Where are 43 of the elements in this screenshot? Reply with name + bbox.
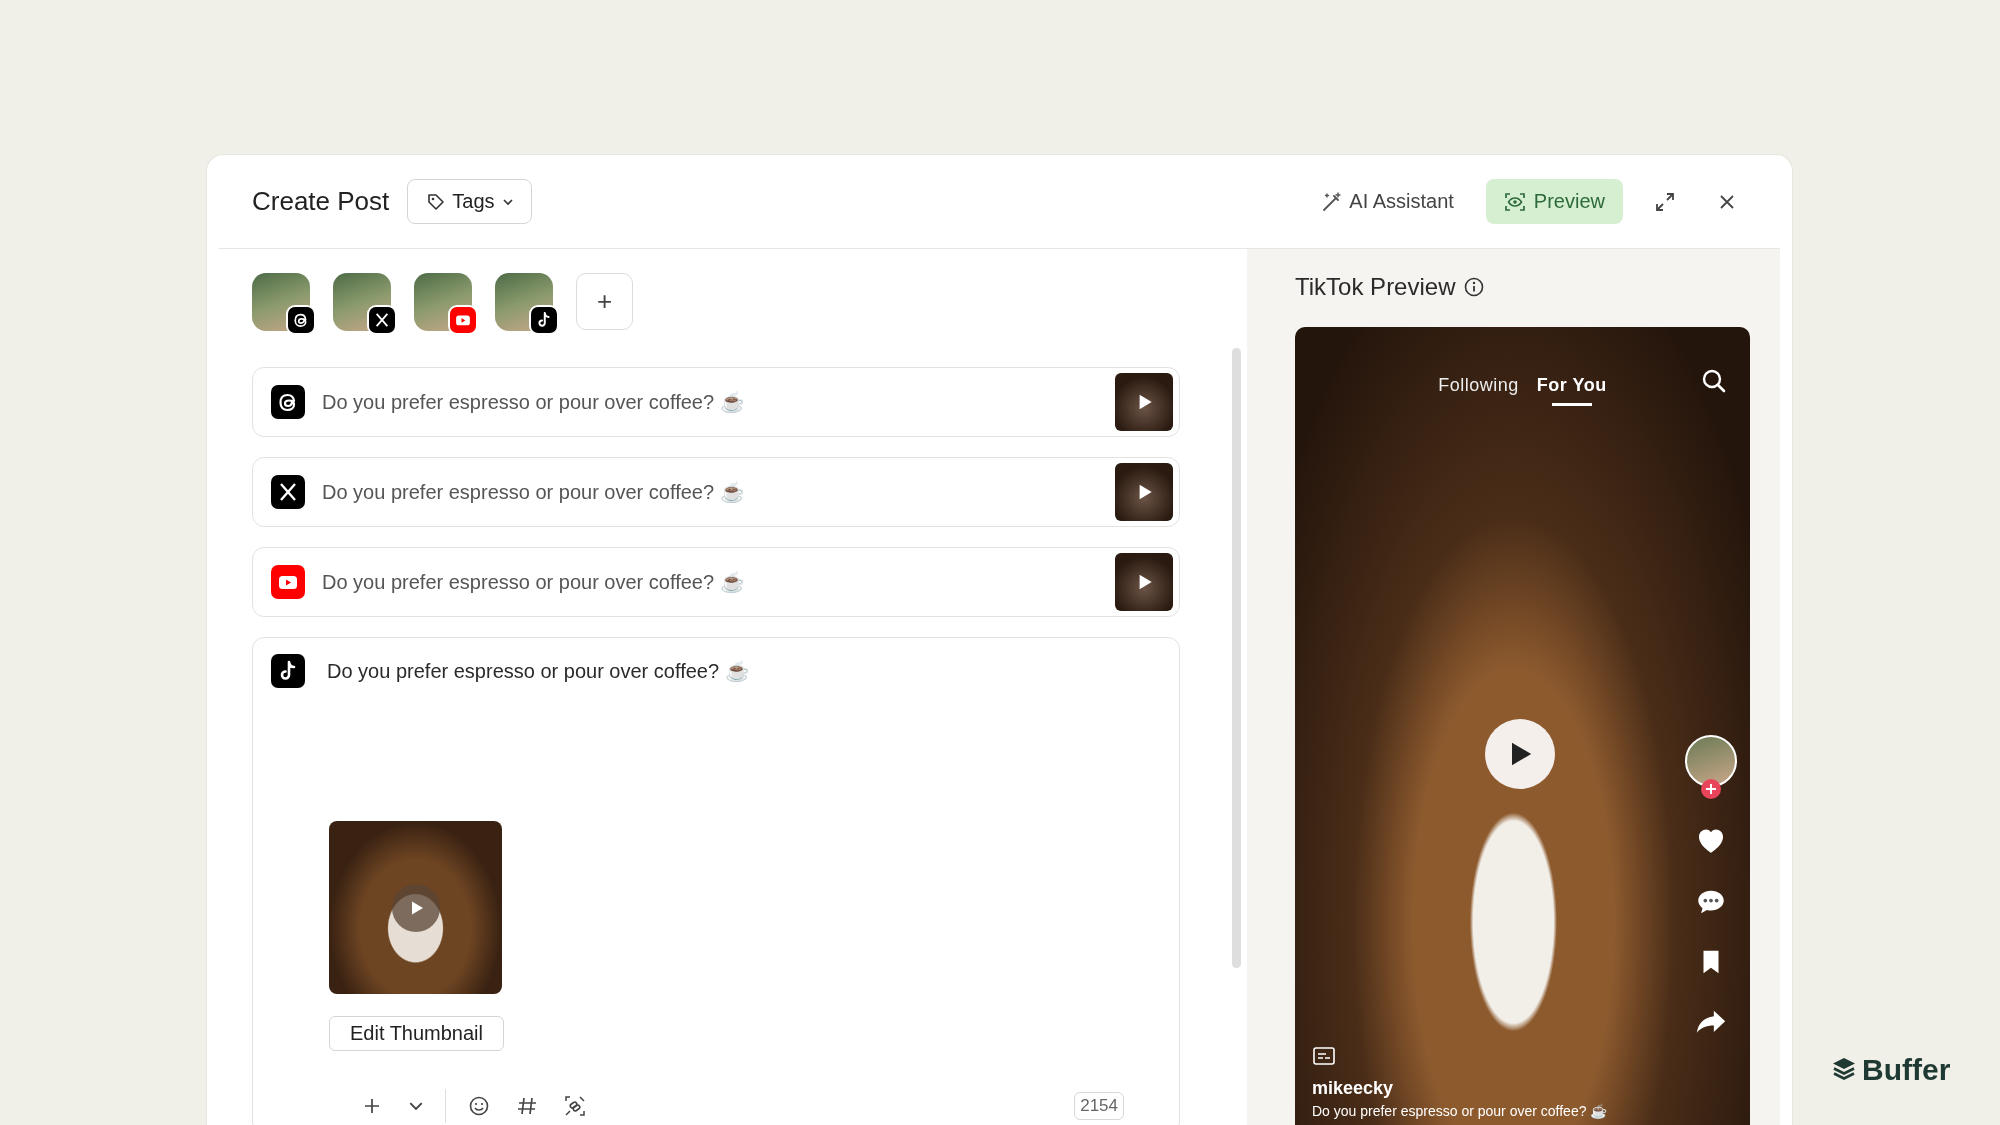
info-icon (1463, 276, 1486, 298)
preview-title: TikTok Preview (1295, 273, 1456, 301)
brand-name: Buffer (1862, 1053, 1951, 1087)
layers-logo-icon (1832, 1057, 1856, 1083)
threads-logo-icon (271, 385, 305, 419)
hashtag-icon (516, 1095, 538, 1117)
post-editor-row[interactable]: Do you prefer espresso or pour over coffee? ☕ (252, 457, 1180, 527)
eye-scan-icon (1503, 190, 1526, 213)
magic-wand-icon (1321, 190, 1344, 213)
tiktok-logo-icon (529, 305, 559, 335)
ai-assistant-button[interactable]: AI Assistant (1311, 179, 1464, 224)
captions-icon (1312, 1044, 1336, 1068)
edit-thumbnail-button[interactable]: Edit Thumbnail (329, 1016, 504, 1051)
search-icon (1700, 367, 1728, 395)
x-logo-icon (271, 475, 305, 509)
character-count: 2154 (1074, 1092, 1124, 1120)
profile-avatar[interactable] (1685, 735, 1737, 787)
scrollbar[interactable] (1232, 348, 1241, 968)
post-text-field[interactable]: Do you prefer espresso or pour over coffee? ☕ (327, 659, 1161, 683)
page-title: Create Post (252, 186, 390, 217)
expand-icon (1654, 190, 1676, 213)
link-shortener-icon (564, 1095, 586, 1117)
tags-dropdown[interactable]: Tags (407, 179, 532, 224)
username: mikeecky (1312, 1078, 1394, 1099)
video-caption: Do you prefer espresso or pour over coffee? ☕ (1312, 1103, 1608, 1119)
x-logo-icon (367, 305, 397, 335)
chevron-down-icon (409, 1102, 423, 1110)
post-text: Do you prefer espresso or pour over coffee? ☕ (322, 480, 746, 504)
youtube-logo-icon (271, 565, 305, 599)
tag-icon (426, 191, 447, 212)
emoji-icon (468, 1095, 490, 1117)
post-text: Do you prefer espresso or pour over coffee? ☕ (322, 570, 746, 594)
follow-plus-icon (1701, 779, 1721, 799)
threads-logo-icon (286, 305, 316, 335)
tiktok-logo-icon (271, 654, 305, 688)
post-text: Do you prefer espresso or pour over coffee? ☕ (322, 390, 746, 414)
post-editor-row[interactable]: Do you prefer espresso or pour over coffee? ☕ (252, 547, 1180, 617)
preview-button[interactable]: Preview (1485, 179, 1623, 224)
youtube-logo-icon (448, 305, 478, 335)
play-button[interactable] (391, 883, 440, 932)
add-account-button[interactable]: + (576, 273, 633, 330)
post-editor-row[interactable]: Do you prefer espresso or pour over coffee? ☕ (252, 367, 1180, 437)
feed-tab[interactable]: Following (1438, 371, 1519, 409)
